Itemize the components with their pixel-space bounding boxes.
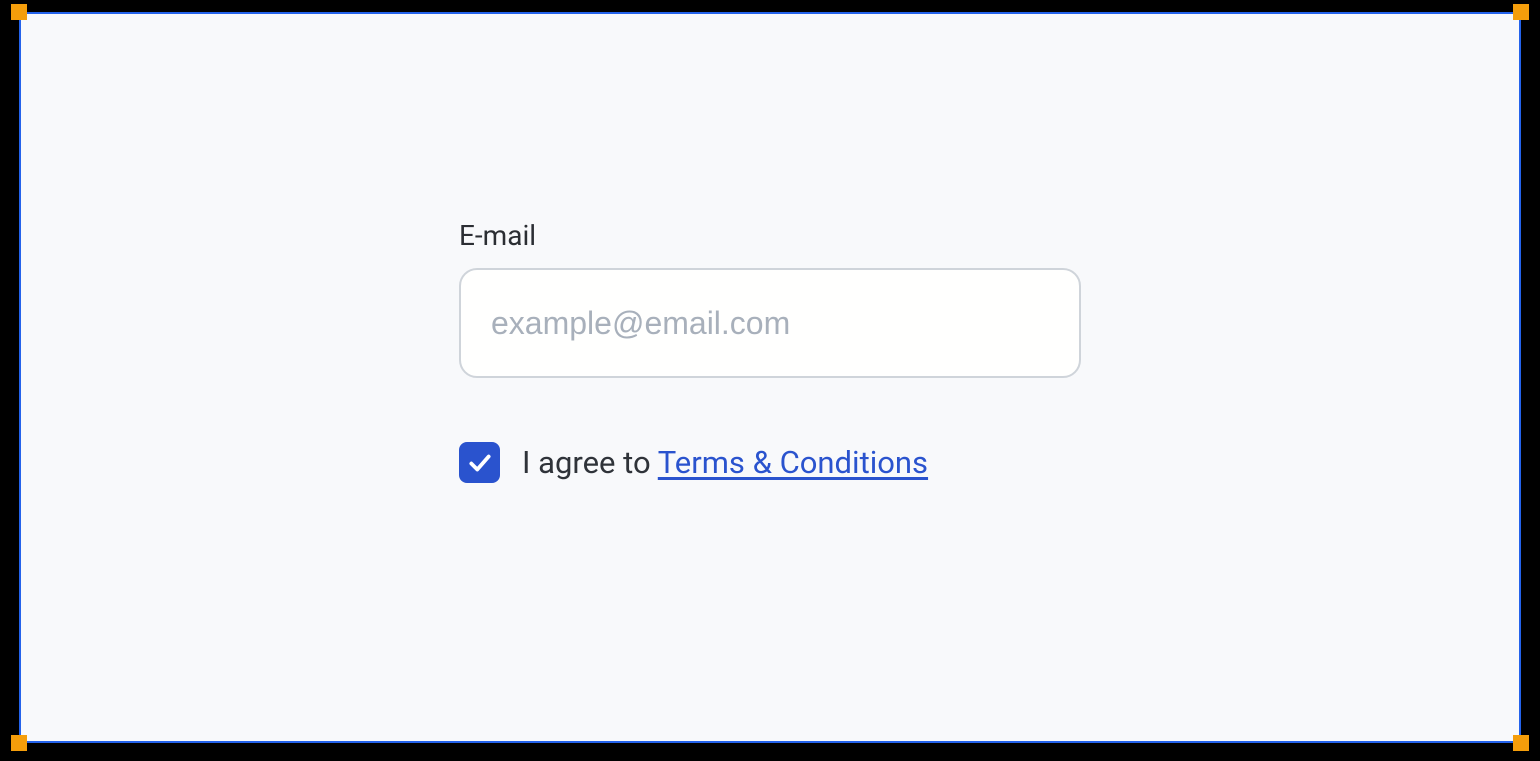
form-section: E-mail I agree to Terms & Conditions — [459, 219, 1081, 483]
email-label: E-mail — [459, 219, 536, 252]
terms-checkbox-row: I agree to Terms & Conditions — [459, 442, 928, 483]
terms-text-prefix: I agree to — [522, 444, 658, 481]
selection-handle-bottom-right[interactable] — [1513, 735, 1529, 751]
check-icon — [467, 450, 493, 476]
terms-checkbox[interactable] — [459, 442, 500, 483]
selection-handle-top-right[interactable] — [1513, 4, 1529, 20]
design-canvas[interactable]: E-mail I agree to Terms & Conditions — [19, 12, 1521, 743]
selection-handle-bottom-left[interactable] — [11, 735, 27, 751]
terms-link[interactable]: Terms & Conditions — [658, 444, 928, 481]
email-input[interactable] — [459, 268, 1081, 378]
terms-label: I agree to Terms & Conditions — [522, 444, 928, 481]
design-frame-wrapper: E-mail I agree to Terms & Conditions — [19, 12, 1521, 743]
selection-handle-top-left[interactable] — [11, 4, 27, 20]
